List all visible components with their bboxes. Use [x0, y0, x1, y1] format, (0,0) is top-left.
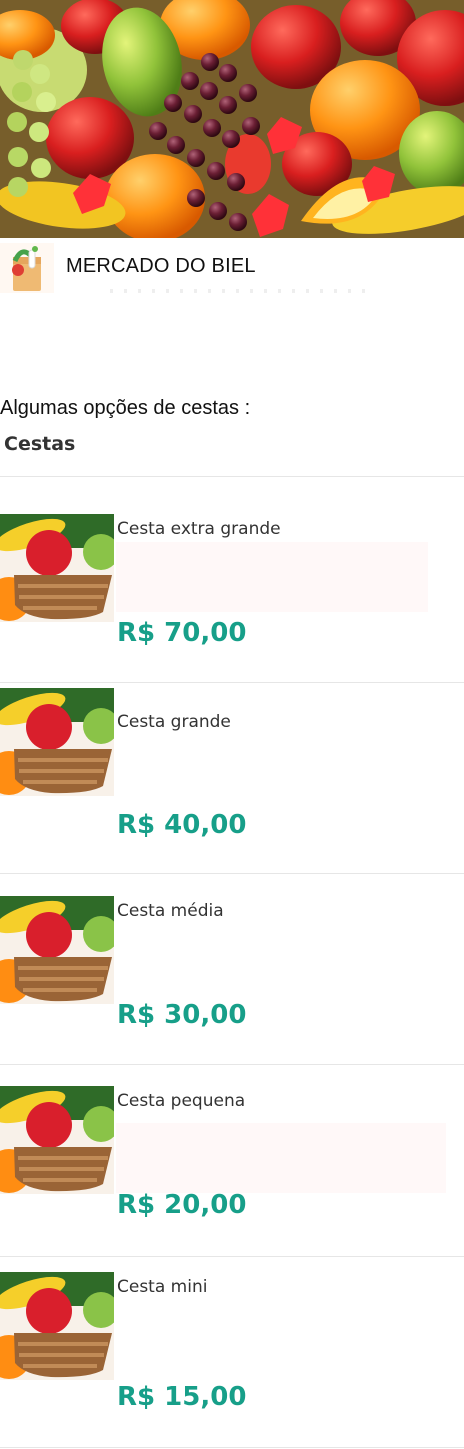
product-name: Cesta mini — [117, 1277, 208, 1297]
store-name: MERCADO DO BIEL — [66, 255, 256, 277]
product-card-mini[interactable]: Cesta mini R$ 15,00 — [0, 1272, 464, 1449]
store-header: MERCADO DO BIEL — [0, 243, 464, 293]
fruit-banner-image — [0, 0, 464, 238]
baskets-section-title: Algumas opções de cestas : — [0, 397, 251, 419]
faint-caption-line — [110, 289, 370, 293]
product-card-media[interactable]: Cesta média R$ 30,00 — [0, 896, 464, 1086]
product-card-extra-grande[interactable]: Cesta extra grande R$ 70,00 — [0, 514, 464, 704]
product-name: Cesta extra grande — [117, 519, 281, 539]
fruit-basket-image — [0, 896, 114, 1004]
product-description-area — [116, 1123, 446, 1193]
bottom-divider — [0, 1447, 464, 1448]
product-price: R$ 20,00 — [117, 1190, 247, 1220]
store-page: MERCADO DO BIEL Algumas opções de cestas… — [0, 0, 464, 1449]
product-name: Cesta pequena — [117, 1091, 246, 1111]
fruit-basket-image — [0, 1086, 114, 1194]
product-divider — [0, 1064, 464, 1065]
product-divider — [0, 682, 464, 683]
tab-cestas[interactable]: Cestas — [4, 433, 75, 455]
product-card-grande[interactable]: Cesta grande R$ 40,00 — [0, 688, 464, 878]
product-price: R$ 30,00 — [117, 1000, 247, 1030]
fruit-basket-image — [0, 514, 114, 622]
product-card-pequena[interactable]: Cesta pequena R$ 20,00 — [0, 1086, 464, 1276]
product-price: R$ 40,00 — [117, 810, 247, 840]
hero-banner — [0, 0, 464, 238]
product-description-area — [116, 542, 428, 612]
product-price: R$ 70,00 — [117, 618, 247, 648]
fruit-basket-image — [0, 1272, 114, 1380]
grocery-bag-icon — [0, 243, 54, 293]
product-divider — [0, 873, 464, 874]
product-name: Cesta média — [117, 901, 224, 921]
product-name: Cesta grande — [117, 712, 231, 732]
product-price: R$ 15,00 — [117, 1382, 247, 1412]
section-divider — [0, 476, 464, 477]
fruit-basket-image — [0, 688, 114, 796]
product-divider — [0, 1256, 464, 1257]
